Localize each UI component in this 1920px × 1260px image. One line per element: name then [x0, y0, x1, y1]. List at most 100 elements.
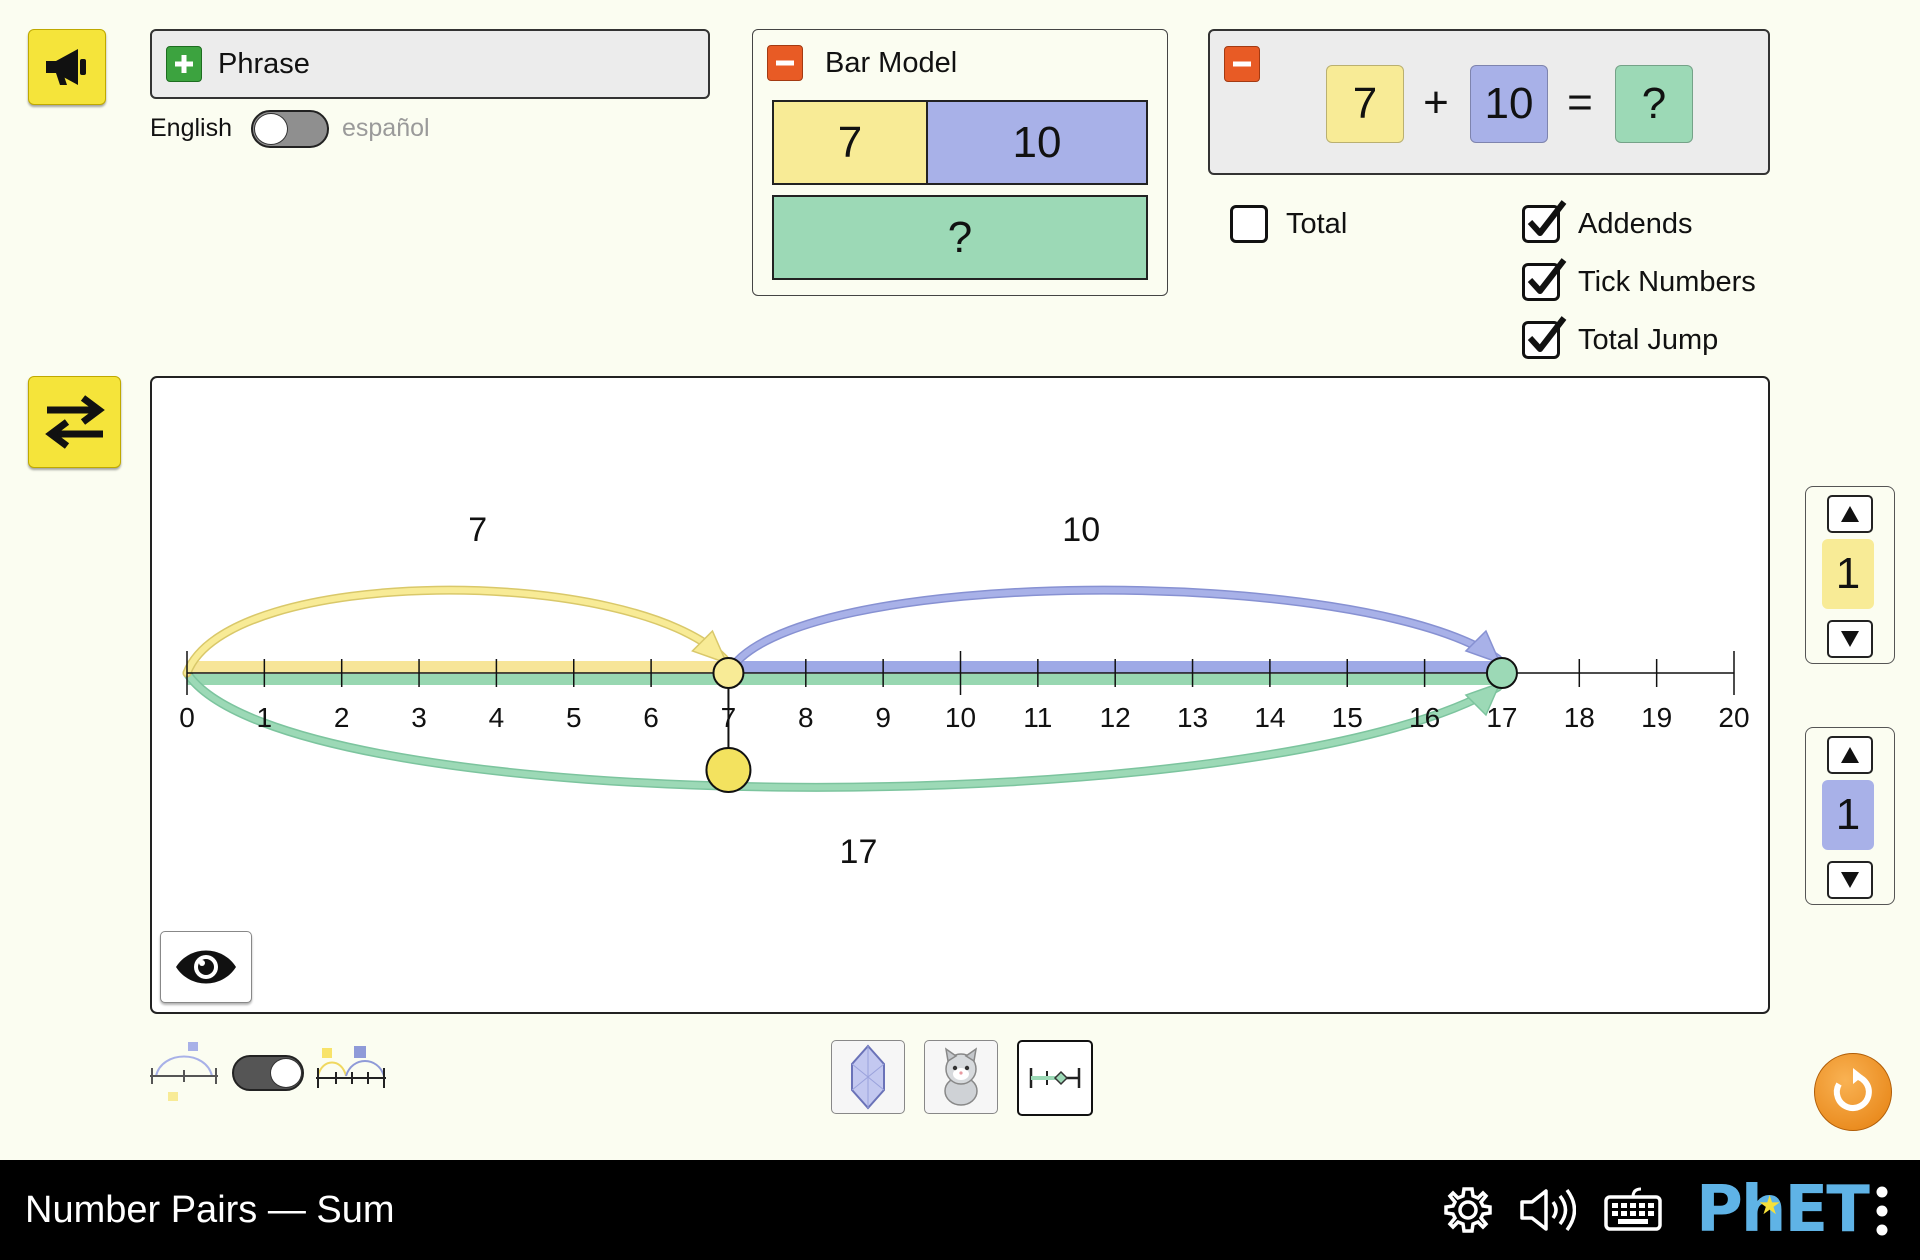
audio-icon[interactable] — [1518, 1185, 1576, 1235]
language-english-label: English — [150, 114, 232, 142]
tick-label: 14 — [1254, 702, 1285, 733]
addend2-jump-label: 10 — [1062, 511, 1100, 549]
number-line-icon — [1029, 1068, 1081, 1088]
addend1-increment-button[interactable] — [1827, 495, 1873, 533]
collapse-bar-model-button[interactable] — [767, 45, 803, 81]
total-jump-checkbox[interactable] — [1522, 316, 1567, 359]
total-checkbox-row[interactable]: Total — [1230, 205, 1347, 243]
kitten-icon — [944, 1047, 978, 1106]
addend1-decrement-button[interactable] — [1827, 620, 1873, 658]
tick-label: 3 — [411, 702, 427, 733]
tick-numbers-checkbox-label: Tick Numbers — [1578, 265, 1756, 298]
total-jump-checkbox-row[interactable]: Total Jump — [1522, 316, 1718, 359]
eye-icon — [176, 950, 236, 984]
tick-label: 9 — [875, 702, 891, 733]
tick-label: 15 — [1332, 702, 1363, 733]
total-checkbox[interactable] — [1230, 205, 1268, 243]
bar-right-addend: 10 — [926, 100, 1148, 185]
addend1-point — [712, 657, 745, 689]
addend1-jump-arrow-fill — [184, 587, 728, 676]
addend2-value: 1 — [1822, 780, 1874, 850]
addends-checkbox-row[interactable]: Addends — [1522, 200, 1693, 243]
arrow-up-icon — [1841, 747, 1859, 763]
collapse-equation-button[interactable] — [1224, 46, 1260, 82]
tick-label: 11 — [1023, 702, 1052, 733]
speak-button[interactable] — [28, 29, 106, 105]
phet-logo[interactable]: PhET ★ — [1696, 1173, 1870, 1247]
kitten-representation-button[interactable] — [924, 1040, 998, 1114]
jump-style-toggle[interactable] — [232, 1055, 304, 1091]
language-toggle[interactable] — [251, 110, 329, 148]
total-checkbox-label: Total — [1286, 207, 1348, 240]
tick-label: 5 — [566, 702, 582, 733]
equals-sign: = — [1567, 78, 1593, 127]
equation-total-value: ? — [1641, 79, 1667, 128]
addend1-value: 1 — [1822, 539, 1874, 609]
total-jump-label: 17 — [840, 833, 878, 871]
bar-left-value: 7 — [837, 117, 863, 167]
equation-addend1: 7 — [1326, 65, 1404, 143]
number-line-representation-button[interactable] — [1017, 1040, 1093, 1116]
bar-total: ? — [772, 195, 1148, 280]
tick-numbers-checkbox-row[interactable]: Tick Numbers — [1522, 258, 1756, 301]
swap-icon — [44, 395, 105, 449]
tick-label: 4 — [489, 702, 505, 733]
toggle-thumb — [254, 113, 288, 145]
addend2-increment-button[interactable] — [1827, 736, 1873, 774]
tick-label: 12 — [1100, 702, 1131, 733]
tick-label: 13 — [1177, 702, 1208, 733]
addends-checkbox-label: Addends — [1578, 207, 1693, 240]
equation-addend2: 10 — [1470, 65, 1548, 143]
addend2-value-text: 1 — [1835, 790, 1861, 839]
screen-title: Number Pairs — Sum — [25, 1189, 395, 1231]
tick-label: 19 — [1641, 702, 1672, 733]
double-arc-icon — [316, 1046, 386, 1088]
addend2-jump-arrow-fill — [725, 587, 1501, 676]
reset-all-button[interactable] — [1814, 1053, 1892, 1131]
expand-phrase-button[interactable] — [166, 46, 202, 82]
checkmark-icon — [1527, 200, 1567, 236]
phet-logo-text: PhET — [1696, 1173, 1870, 1247]
swap-addends-button[interactable] — [28, 376, 121, 468]
minus-icon — [1233, 61, 1251, 67]
crystal-icon — [851, 1044, 885, 1110]
settings-icon[interactable] — [1443, 1185, 1493, 1235]
checkmark-icon — [1527, 258, 1567, 294]
tick-label: 10 — [945, 702, 976, 733]
arrow-down-icon — [1841, 872, 1859, 888]
addends-checkbox[interactable] — [1522, 200, 1567, 243]
tick-numbers-checkbox[interactable] — [1522, 258, 1567, 301]
bar-total-value: ? — [947, 212, 973, 262]
addend2-jump-arrow — [723, 585, 1503, 678]
jump-style-toggle-group — [148, 1040, 388, 1104]
addend1-spinner: 1 — [1805, 486, 1895, 664]
show-hide-button[interactable] — [160, 931, 252, 1003]
equation-addend2-value: 10 — [1484, 79, 1534, 128]
arrow-up-icon — [1841, 506, 1859, 522]
total-point — [1485, 657, 1518, 689]
plus-icon — [175, 55, 193, 73]
bar-model-title: Bar Model — [825, 47, 958, 79]
tick-label: 8 — [798, 702, 814, 733]
menu-icon[interactable] — [1874, 1184, 1890, 1238]
split-handle[interactable] — [705, 747, 752, 793]
total-segment — [187, 674, 1502, 685]
addend1-jump-arrow — [182, 585, 729, 678]
bar-model-panel: Bar Model 7 10 ? — [752, 29, 1168, 296]
addend2-decrement-button[interactable] — [1827, 861, 1873, 899]
single-arc-icon — [150, 1042, 218, 1101]
plus-sign: + — [1423, 78, 1449, 127]
tick-label: 0 — [179, 702, 195, 733]
keyboard-icon[interactable] — [1604, 1187, 1662, 1233]
bar-right-value: 10 — [1012, 117, 1062, 167]
crystal-representation-button[interactable] — [831, 1040, 905, 1114]
navigation-bar: Number Pairs — Sum PhET ★ — [0, 1160, 1920, 1260]
reset-icon — [1833, 1068, 1872, 1111]
phrase-panel: Phrase — [150, 29, 710, 99]
toggle-thumb — [270, 1058, 302, 1088]
tick-label: 6 — [643, 702, 659, 733]
addend1-jump-label: 7 — [468, 511, 487, 549]
number-line-panel: 01234567891011121314151617181920 71017 — [150, 376, 1770, 1014]
tick-label: 1 — [257, 702, 273, 733]
total-jump-arrow-fill — [184, 670, 1501, 791]
